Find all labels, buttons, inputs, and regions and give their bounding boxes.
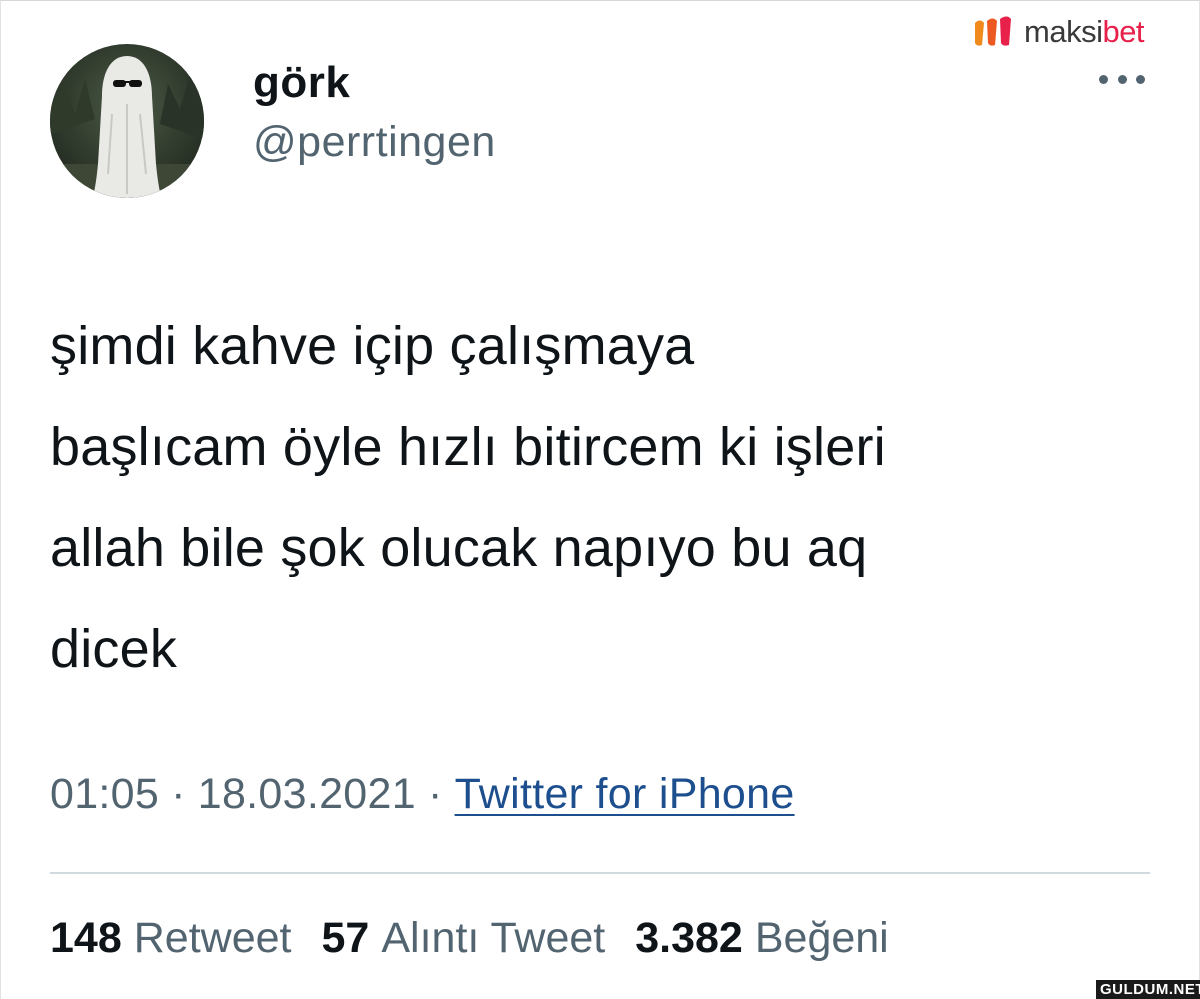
- more-icon-dot: [1136, 74, 1145, 84]
- stat-label: Retweet: [133, 914, 292, 962]
- stat-count: 3.382: [635, 914, 743, 962]
- quote-tweet-count-link[interactable]: 57 Alıntı Tweet: [322, 914, 606, 963]
- meta-separator: ·: [427, 770, 443, 818]
- divider: [50, 872, 1150, 874]
- maksibet-logo-icon: [975, 16, 1011, 46]
- more-icon-dot: [1099, 74, 1108, 84]
- watermark-text-b: bet: [1102, 14, 1145, 49]
- display-name[interactable]: görk: [253, 58, 350, 108]
- watermark-text-a: maksi: [1024, 14, 1103, 49]
- avatar[interactable]: [50, 44, 204, 198]
- stat-label: Beğeni: [754, 914, 889, 962]
- tweet-line: dicek: [50, 619, 178, 679]
- maksibet-watermark: maksibet: [972, 12, 1145, 52]
- more-icon-dot: [1117, 74, 1127, 84]
- like-count-link[interactable]: 3.382 Beğeni: [635, 914, 889, 963]
- tweet-source-link[interactable]: Twitter for iPhone: [455, 770, 795, 818]
- tweet-text: şimdi kahve içip çalışmaya başlıcam öyle…: [50, 296, 1170, 700]
- tweet-line: şimdi kahve içip çalışmaya: [50, 316, 695, 376]
- tweet-line: allah bile şok olucak napıyo bu aq: [50, 518, 868, 578]
- more-options-button[interactable]: [1097, 64, 1147, 94]
- tweet-meta: 01:05 · 18.03.2021 · Twitter for iPhone: [50, 770, 795, 819]
- stat-count: 57: [321, 914, 370, 962]
- tweet-date[interactable]: 18.03.2021: [198, 770, 416, 818]
- meta-separator: ·: [171, 770, 186, 818]
- tweet-time[interactable]: 01:05: [50, 770, 159, 818]
- username-handle[interactable]: @perrtingen: [253, 118, 496, 167]
- tweet-stats: 148 Retweet 57 Alıntı Tweet 3.382 Beğeni: [50, 914, 919, 963]
- guldum-watermark: GULDUM.NET: [1096, 980, 1200, 999]
- retweet-count-link[interactable]: 148 Retweet: [50, 914, 292, 963]
- ghost-avatar-image: [50, 44, 204, 198]
- tweet-line: başlıcam öyle hızlı bitircem ki işleri: [50, 417, 886, 477]
- stat-label: Alıntı Tweet: [381, 914, 606, 962]
- stat-count: 148: [50, 914, 122, 962]
